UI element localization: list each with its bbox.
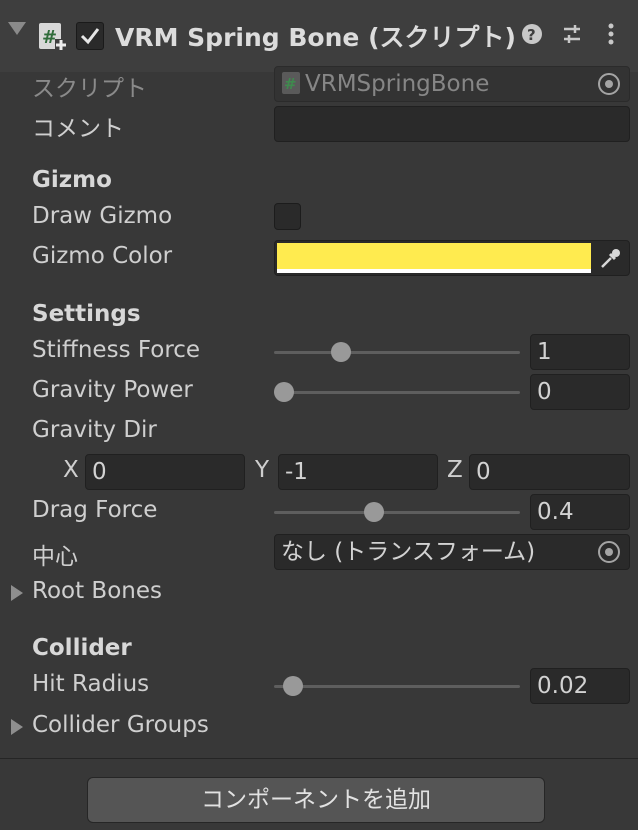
script-label: スクリプト: [32, 76, 147, 102]
help-icon[interactable]: ?: [520, 22, 544, 52]
svg-text:#: #: [284, 75, 297, 93]
gravity-power-slider-track[interactable]: [274, 391, 520, 394]
gravity-dir-y-input[interactable]: -1: [278, 454, 438, 490]
gravity-power-label: Gravity Power: [32, 377, 193, 403]
gravity-dir-label: Gravity Dir: [32, 417, 157, 443]
gravity-dir-x-label: X: [63, 457, 79, 483]
script-add-icon: #: [38, 22, 68, 52]
hit-radius-slider-thumb[interactable]: [283, 676, 304, 696]
component-title: VRM Spring Bone (スクリプト): [115, 23, 516, 52]
hit-radius-slider-track[interactable]: [274, 685, 520, 688]
gravity-dir-y-label: Y: [255, 457, 270, 483]
inspector-divider: [0, 758, 638, 759]
preset-icon[interactable]: [560, 22, 584, 52]
gizmo-color-label: Gizmo Color: [32, 243, 173, 269]
script-value: VRMSpringBone: [305, 71, 490, 97]
gravity-dir-z-label: Z: [447, 457, 463, 483]
svg-text:?: ?: [527, 26, 536, 44]
gravity-dir-x-input[interactable]: 0: [85, 454, 245, 490]
collider-section-header: Collider: [32, 635, 132, 661]
stiffness-slider-track[interactable]: [274, 351, 520, 354]
alpha-bar: [277, 269, 591, 273]
gravity-power-input[interactable]: 0: [530, 374, 630, 410]
script-file-icon: #: [282, 72, 300, 94]
draw-gizmo-label: Draw Gizmo: [32, 203, 173, 229]
root-bones-foldout[interactable]: Root Bones: [32, 578, 162, 604]
center-object-field[interactable]: なし (トランスフォーム): [274, 534, 630, 570]
root-bones-foldout-icon[interactable]: [11, 585, 23, 601]
eyedropper-icon[interactable]: [599, 246, 623, 276]
hit-radius-label: Hit Radius: [32, 671, 150, 697]
more-menu-icon[interactable]: [602, 22, 620, 52]
center-picker-icon[interactable]: [598, 541, 620, 563]
drag-force-slider-track[interactable]: [274, 511, 520, 514]
gravity-dir-z-input[interactable]: 0: [469, 454, 630, 490]
drag-force-label: Drag Force: [32, 497, 158, 523]
center-value: なし (トランスフォーム): [281, 539, 536, 565]
gizmo-section-header: Gizmo: [32, 167, 112, 193]
gravity-power-slider-thumb[interactable]: [274, 382, 294, 402]
settings-section-header: Settings: [32, 301, 141, 327]
drag-force-slider-thumb[interactable]: [364, 502, 385, 522]
component-enabled-checkbox[interactable]: [76, 22, 104, 50]
svg-text:#: #: [42, 27, 57, 48]
drag-force-input[interactable]: 0.4: [530, 494, 630, 530]
draw-gizmo-checkbox[interactable]: [274, 203, 301, 230]
comment-label: コメント: [32, 116, 124, 142]
color-swatch[interactable]: [277, 243, 591, 269]
add-component-button[interactable]: コンポーネントを追加: [87, 777, 545, 823]
comment-input[interactable]: [274, 106, 630, 142]
gizmo-color-field[interactable]: [274, 240, 630, 276]
collider-groups-foldout[interactable]: Collider Groups: [32, 712, 209, 738]
stiffness-force-label: Stiffness Force: [32, 337, 201, 363]
object-picker-icon[interactable]: [598, 73, 620, 95]
stiffness-slider-thumb[interactable]: [330, 342, 351, 362]
script-field: VRMSpringBone: [274, 66, 630, 102]
center-label: 中心: [32, 544, 78, 570]
foldout-arrow-icon[interactable]: [8, 22, 26, 35]
stiffness-force-input[interactable]: 1: [530, 334, 630, 370]
collider-groups-foldout-icon[interactable]: [11, 719, 23, 735]
hit-radius-input[interactable]: 0.02: [530, 668, 630, 704]
